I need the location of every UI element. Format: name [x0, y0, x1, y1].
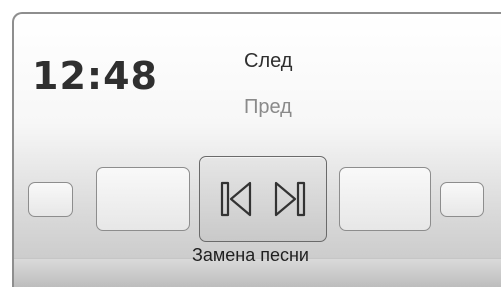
footer-caption: Замена песни: [192, 245, 309, 265]
menu-item-next[interactable]: След: [244, 50, 292, 73]
tile-center[interactable]: [199, 156, 327, 242]
clock-time: 12:48: [32, 54, 158, 98]
tile-far-right[interactable]: [440, 182, 484, 217]
tile-left[interactable]: [96, 167, 190, 231]
tile-right[interactable]: [339, 167, 431, 231]
skip-forward-icon[interactable]: [272, 179, 308, 219]
tile-far-left[interactable]: [28, 182, 73, 217]
menu-item-prev[interactable]: Пред: [244, 96, 292, 119]
skip-back-icon[interactable]: [218, 179, 254, 219]
